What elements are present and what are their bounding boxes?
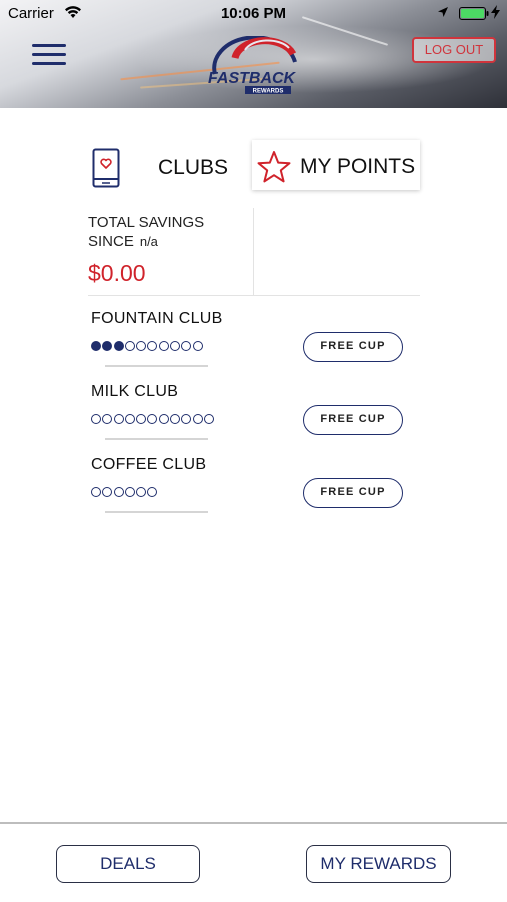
punch-empty-icon <box>124 414 135 424</box>
charging-bolt-icon <box>491 5 500 19</box>
punch-empty-icon <box>91 487 101 497</box>
punch-card <box>91 341 204 351</box>
punch-empty-icon <box>136 487 147 497</box>
punch-empty-icon <box>102 414 113 424</box>
phone-heart-icon <box>92 148 120 188</box>
punch-empty-icon <box>136 414 147 424</box>
tab-clubs-label: CLUBS <box>158 156 229 179</box>
my-rewards-button[interactable]: MY REWARDS <box>306 845 451 883</box>
club-name: MILK CLUB <box>91 383 179 400</box>
savings-since-label: SINCE n/a <box>88 233 158 250</box>
punch-empty-icon <box>124 341 135 351</box>
club-milk: MILK CLUB FREE CUP <box>91 383 411 453</box>
punch-empty-icon <box>124 487 135 497</box>
divider <box>253 208 254 295</box>
punch-filled-icon <box>91 341 101 351</box>
punch-empty-icon <box>170 414 181 424</box>
punch-empty-icon <box>91 414 101 424</box>
punch-empty-icon <box>203 414 214 424</box>
free-cup-button[interactable]: FREE CUP <box>303 405 403 435</box>
free-cup-button[interactable]: FREE CUP <box>303 478 403 508</box>
divider <box>105 438 208 440</box>
punch-empty-icon <box>192 414 203 424</box>
punch-empty-icon <box>113 414 124 424</box>
deals-button[interactable]: DEALS <box>56 845 200 883</box>
punch-empty-icon <box>147 487 158 497</box>
punch-empty-icon <box>102 487 113 497</box>
battery-icon <box>459 7 489 20</box>
punch-empty-icon <box>192 341 203 351</box>
punch-card <box>91 487 159 497</box>
punch-empty-icon <box>181 414 192 424</box>
divider <box>105 511 208 513</box>
savings-amount: $0.00 <box>88 260 146 286</box>
punch-filled-icon <box>102 341 113 351</box>
punch-empty-icon <box>158 341 169 351</box>
punch-empty-icon <box>170 341 181 351</box>
savings-since-value: n/a <box>139 234 158 249</box>
svg-text:FASTBACK: FASTBACK <box>208 70 297 87</box>
punch-filled-icon <box>113 341 124 351</box>
punch-empty-icon <box>113 487 124 497</box>
tab-my-points-label: MY POINTS <box>300 155 416 178</box>
location-arrow-icon <box>438 7 448 17</box>
header: Carrier 10:06 PM FASTBACK REWARDS LOG OU… <box>0 0 507 108</box>
punch-empty-icon <box>181 341 192 351</box>
divider <box>105 365 208 367</box>
star-icon <box>257 151 291 183</box>
club-name: COFFEE CLUB <box>91 456 207 473</box>
tab-my-points[interactable]: MY POINTS <box>252 140 420 190</box>
punch-empty-icon <box>147 414 158 424</box>
punch-empty-icon <box>158 414 169 424</box>
club-name: FOUNTAIN CLUB <box>91 310 223 327</box>
divider <box>88 295 420 296</box>
clock: 10:06 PM <box>220 5 287 22</box>
fastback-rewards-logo: FASTBACK REWARDS <box>208 36 297 95</box>
punch-card <box>91 414 215 424</box>
club-coffee: COFFEE CLUB FREE CUP <box>91 456 411 526</box>
hamburger-menu-icon[interactable] <box>32 44 66 68</box>
punch-empty-icon <box>136 341 147 351</box>
savings-label: TOTAL SAVINGS <box>88 214 205 231</box>
club-fountain: FOUNTAIN CLUB FREE CUP <box>91 310 411 380</box>
svg-text:REWARDS: REWARDS <box>253 89 284 95</box>
bottom-bar: DEALS MY REWARDS <box>0 822 507 902</box>
status-bar: Carrier 10:06 PM <box>0 0 507 28</box>
punch-empty-icon <box>147 341 158 351</box>
free-cup-button[interactable]: FREE CUP <box>303 332 403 362</box>
logout-button[interactable]: LOG OUT <box>412 37 496 63</box>
total-savings: TOTAL SAVINGS SINCE n/a $0.00 <box>88 212 253 295</box>
tab-clubs[interactable]: CLUBS <box>88 140 238 192</box>
